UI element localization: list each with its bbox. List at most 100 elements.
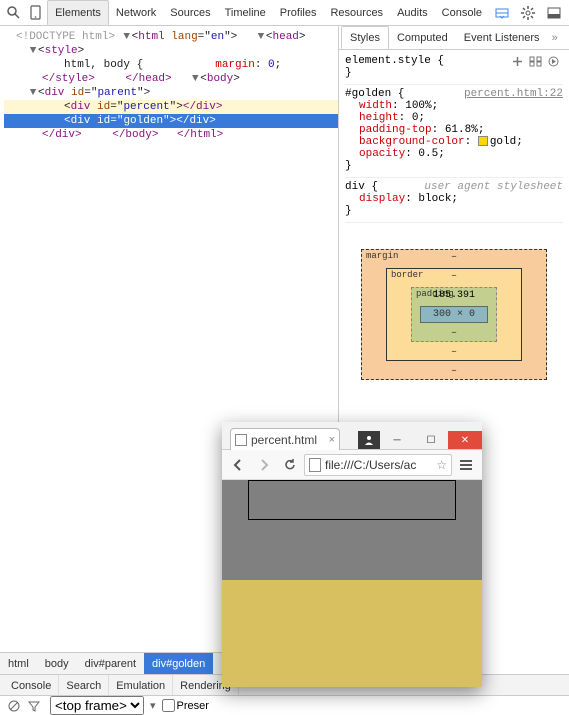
search-icon[interactable]	[4, 2, 24, 24]
crumb-body[interactable]: body	[37, 653, 77, 674]
brace-close: }	[345, 205, 563, 217]
subtab-computed[interactable]: Computed	[389, 26, 456, 49]
rendered-parent	[222, 480, 482, 580]
file-icon	[309, 458, 321, 472]
preserve-log-checkbox[interactable]: Preser	[162, 699, 209, 712]
body-close: </body>	[88, 129, 158, 141]
dock-icon[interactable]	[543, 2, 565, 24]
rule-ua-div[interactable]: div { user agent stylesheet display: blo…	[345, 178, 563, 223]
browser-toolbar: file:///C:/Users/ac ☆	[222, 450, 482, 480]
close-tab-icon[interactable]: ×	[329, 434, 335, 446]
tab-console[interactable]: Console	[435, 0, 489, 25]
box-model-content[interactable]: 300 × 0	[420, 306, 488, 323]
new-rule-icon[interactable]	[512, 56, 523, 67]
style-close: </style>	[4, 73, 95, 85]
style-declaration[interactable]: width: 100%;	[345, 100, 563, 112]
twisty-icon[interactable]: ▼	[190, 72, 200, 86]
rule-source-ua: user agent stylesheet	[424, 181, 563, 193]
browser-tab-title: percent.html	[251, 433, 317, 447]
rule-element-style[interactable]: element.style { }	[345, 52, 563, 85]
browser-viewport	[222, 480, 482, 687]
dom-node-golden-selected[interactable]: <div id="golden"></div>	[4, 114, 338, 128]
twisty-icon[interactable]: ▼	[256, 30, 266, 44]
subtab-styles[interactable]: Styles	[341, 26, 389, 49]
drawer-tab-search[interactable]: Search	[59, 675, 109, 697]
close-button[interactable]: ✕	[448, 431, 482, 449]
minimize-button[interactable]: ─	[380, 431, 414, 449]
style-declaration[interactable]: padding-top: 61.8%;	[345, 124, 563, 136]
rendered-golden	[222, 580, 482, 687]
chevron-right-icon[interactable]: »	[548, 32, 562, 44]
border-bottom: –	[387, 347, 521, 358]
twisty-icon[interactable]: ▼	[28, 44, 38, 58]
tab-resources[interactable]: Resources	[323, 0, 390, 25]
styles-subtabs: Styles Computed Event Listeners »	[339, 26, 569, 50]
drawer-toggle-icon[interactable]	[491, 2, 513, 24]
doctype-node: <!DOCTYPE html>	[16, 31, 115, 43]
address-bar[interactable]: file:///C:/Users/ac ☆	[304, 454, 452, 476]
twisty-icon[interactable]: ▼	[122, 30, 132, 44]
maximize-button[interactable]: ☐	[414, 431, 448, 449]
style-declaration[interactable]: background-color: gold;	[345, 136, 563, 148]
toggle-state-icon[interactable]	[529, 56, 542, 67]
css-declaration: height: 100%;	[281, 59, 338, 71]
head-close: </head>	[101, 73, 171, 85]
rule-golden[interactable]: #golden { percent.html:22 width: 100%;he…	[345, 85, 563, 178]
tab-audits[interactable]: Audits	[390, 0, 435, 25]
padding-bottom: –	[412, 328, 496, 339]
filter-icon[interactable]	[24, 700, 44, 712]
crumb-parent[interactable]: div#parent	[77, 653, 144, 674]
gear-icon[interactable]	[517, 2, 539, 24]
dom-node-percent[interactable]: <div id="percent"></div>	[4, 100, 338, 114]
box-model-border[interactable]: border – padding 185.391 300 × 0 – –	[386, 268, 522, 361]
drawer-tab-console[interactable]: Console	[4, 675, 59, 697]
forward-button[interactable]	[252, 453, 276, 477]
tab-network[interactable]: Network	[109, 0, 163, 25]
selector: #golden {	[345, 88, 404, 100]
rendered-percent	[248, 480, 456, 520]
css-declaration: margin: 0;	[143, 59, 281, 71]
device-icon[interactable]	[26, 2, 46, 24]
subtab-listeners[interactable]: Event Listeners	[456, 26, 548, 49]
style-declaration[interactable]: opacity: 0.5;	[345, 148, 563, 160]
tab-sources[interactable]: Sources	[163, 0, 217, 25]
margin-top: –	[362, 252, 546, 263]
box-model-margin[interactable]: margin – border – padding 185.391 300 × …	[361, 249, 547, 380]
brace-close: }	[345, 160, 563, 172]
browser-window: percent.html × ─ ☐ ✕ file:///C:/Users/ac…	[222, 422, 482, 687]
drawer-tab-emulation[interactable]: Emulation	[109, 675, 173, 697]
menu-icon[interactable]	[454, 459, 478, 471]
twisty-icon[interactable]: ▼	[28, 86, 38, 100]
margin-bottom: –	[362, 366, 546, 377]
rule-source-link[interactable]: percent.html:22	[464, 88, 563, 100]
back-button[interactable]	[226, 453, 250, 477]
tab-timeline[interactable]: Timeline	[218, 0, 273, 25]
frame-select[interactable]: <top frame>	[50, 696, 144, 715]
devtools-tabs: Elements Network Sources Timeline Profil…	[47, 0, 489, 25]
style-declaration[interactable]: display: block;	[345, 193, 563, 205]
style-declaration[interactable]: height: 0;	[345, 112, 563, 124]
user-icon[interactable]	[358, 431, 380, 449]
crumb-golden[interactable]: div#golden	[144, 653, 213, 674]
crumb-html[interactable]: html	[0, 653, 37, 674]
box-model-padding[interactable]: padding 185.391 300 × 0 –	[411, 287, 497, 342]
html-close: </html>	[165, 129, 223, 141]
browser-tab[interactable]: percent.html ×	[230, 428, 340, 450]
reload-button[interactable]	[278, 453, 302, 477]
selector: element.style {	[345, 55, 444, 67]
browser-titlebar[interactable]: percent.html × ─ ☐ ✕	[222, 422, 482, 450]
border-top: –	[387, 271, 521, 282]
chevron-down-icon[interactable]: ▾	[150, 699, 156, 712]
tab-profiles[interactable]: Profiles	[273, 0, 324, 25]
animations-icon[interactable]	[548, 56, 559, 67]
div-close: </div>	[4, 129, 82, 141]
devtools-toolbar: Elements Network Sources Timeline Profil…	[0, 0, 569, 26]
css-selector: html, body {	[4, 59, 143, 71]
clear-console-icon[interactable]	[4, 700, 24, 712]
padding-top-value: 185.391	[412, 290, 496, 301]
brace-close: }	[345, 67, 563, 79]
tab-elements[interactable]: Elements	[47, 0, 109, 25]
favicon-icon	[235, 434, 247, 446]
bookmark-star-icon[interactable]: ☆	[436, 458, 447, 472]
url-text: file:///C:/Users/ac	[325, 458, 416, 472]
